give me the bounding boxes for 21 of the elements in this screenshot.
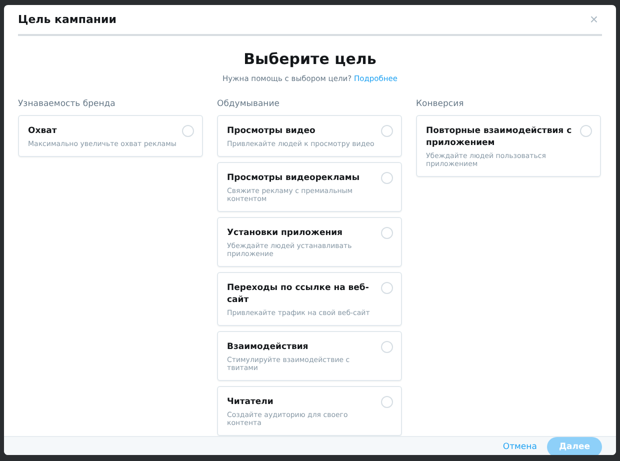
radio-button[interactable] <box>580 125 592 137</box>
objective-title: Просмотры видео <box>227 125 316 137</box>
objective-title: Взаимодействия <box>227 341 310 353</box>
column-label: Узнаваемость бренда <box>18 99 116 109</box>
objective-title: Просмотры видеорекламы <box>227 172 361 184</box>
heading: Выберите цель <box>242 50 378 68</box>
radio-button[interactable] <box>381 396 393 408</box>
radio-button[interactable] <box>381 227 393 239</box>
objective-title: Повторные взаимодействия с приложением <box>426 125 573 149</box>
objective-title: Переходы по ссылке на веб-сайт <box>227 282 370 306</box>
radio-button[interactable] <box>381 172 393 184</box>
column-label: Обдумывание <box>217 99 280 109</box>
radio-button[interactable] <box>381 125 393 137</box>
objective-title: Охват <box>28 125 58 137</box>
radio-button[interactable] <box>381 341 393 353</box>
dialog-title: Цель кампании <box>18 12 116 26</box>
radio-button[interactable] <box>381 282 393 294</box>
objective-title: Установки приложения <box>227 227 344 239</box>
objective-title: Читатели <box>227 396 274 408</box>
column-label: Конверсия <box>416 99 465 109</box>
radio-button[interactable] <box>182 125 194 137</box>
